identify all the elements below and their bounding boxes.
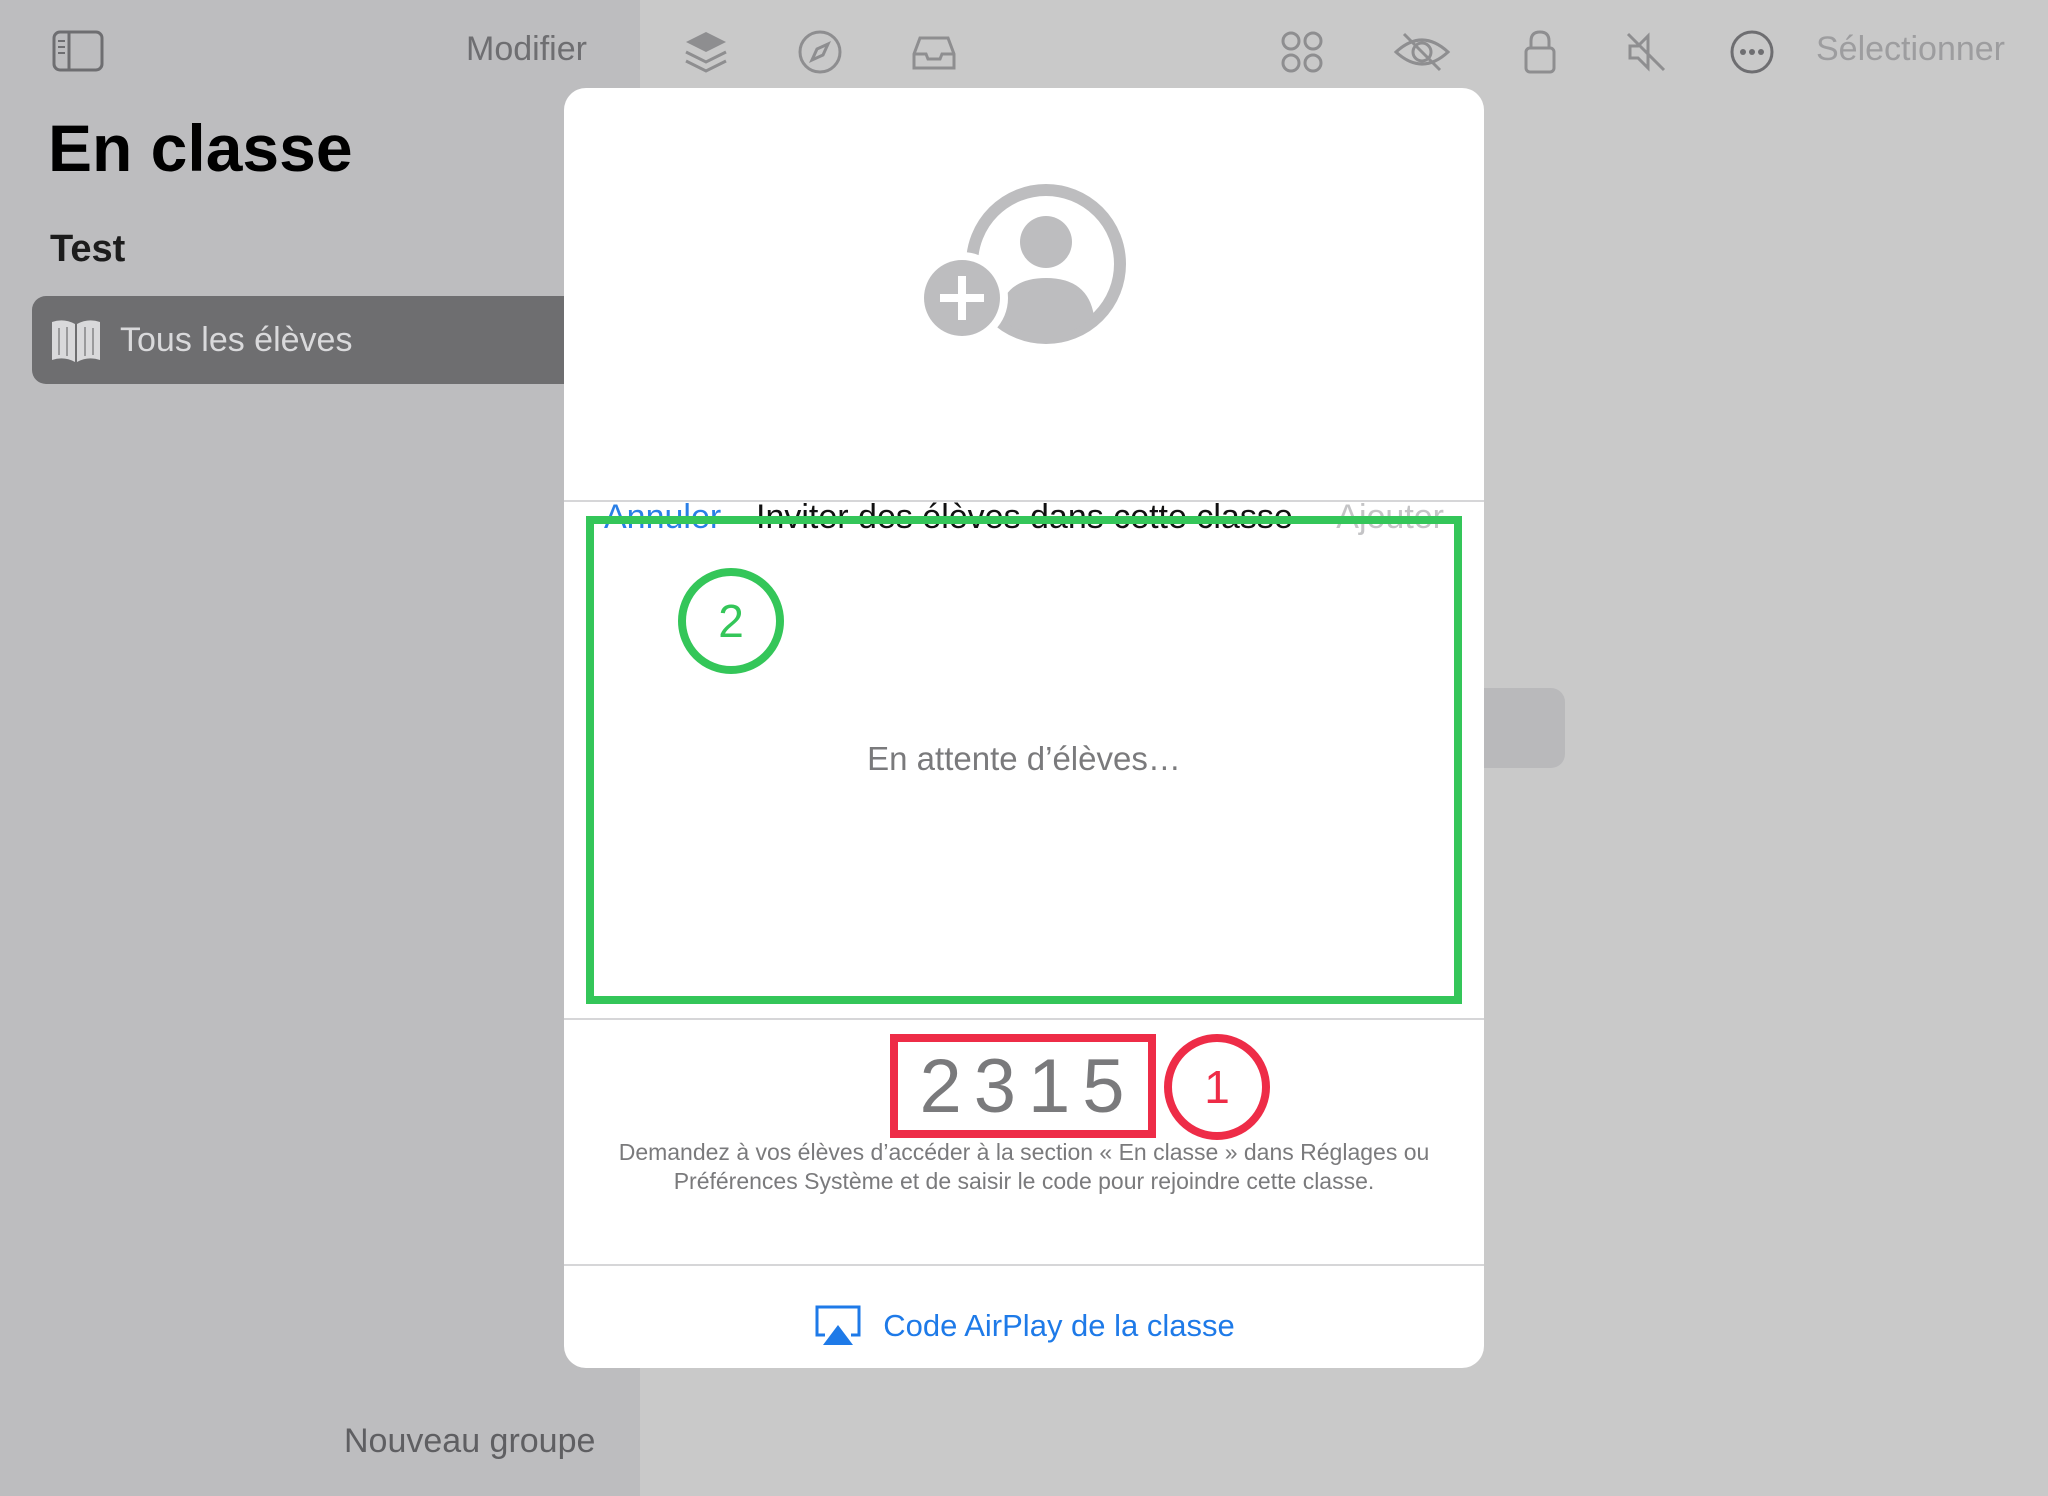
- app-title: En classe: [48, 111, 353, 185]
- compass-icon[interactable]: [794, 26, 846, 78]
- sidebar-item-label: Tous les élèves: [120, 320, 353, 359]
- class-code-box: 2315: [890, 1034, 1156, 1138]
- airplay-label: Code AirPlay de la classe: [883, 1308, 1235, 1343]
- invite-students-modal: Annuler Inviter des élèves dans cette cl…: [564, 88, 1484, 1368]
- sidebar-item-all-students[interactable]: Tous les élèves: [32, 296, 640, 384]
- waiting-text: En attente d’élèves…: [867, 740, 1181, 777]
- add-person-icon: [920, 184, 1126, 344]
- airplay-icon: [815, 1305, 861, 1345]
- sidebar-toggle-icon[interactable]: [52, 30, 104, 72]
- help-text: Demandez à vos élèves d’accéder à la sec…: [618, 1139, 1430, 1194]
- more-icon[interactable]: [1726, 26, 1778, 78]
- grid-icon[interactable]: [1276, 26, 1328, 78]
- layers-icon[interactable]: [680, 26, 732, 78]
- waiting-students-area: 2 En attente d’élèves…: [586, 516, 1462, 1004]
- lock-icon[interactable]: [1514, 26, 1566, 78]
- select-button[interactable]: Sélectionner: [1816, 30, 2005, 69]
- annotation-marker-1: 1: [1164, 1034, 1270, 1140]
- divider: [564, 1018, 1484, 1020]
- class-code: 2315: [919, 1043, 1137, 1129]
- divider: [564, 500, 1484, 502]
- hide-icon[interactable]: [1392, 26, 1452, 78]
- divider: [564, 1264, 1484, 1266]
- annotation-marker-2: 2: [678, 568, 784, 674]
- new-group-button[interactable]: Nouveau groupe: [344, 1422, 595, 1461]
- book-icon: [52, 320, 100, 362]
- sidebar: Modifier En classe Test Tous les élèves …: [0, 0, 640, 1496]
- airplay-code-button[interactable]: Code AirPlay de la classe: [564, 1296, 1484, 1356]
- tray-icon[interactable]: [908, 26, 960, 78]
- section-title: Test: [50, 228, 126, 270]
- edit-button[interactable]: Modifier: [466, 30, 587, 69]
- mute-icon[interactable]: [1620, 26, 1672, 78]
